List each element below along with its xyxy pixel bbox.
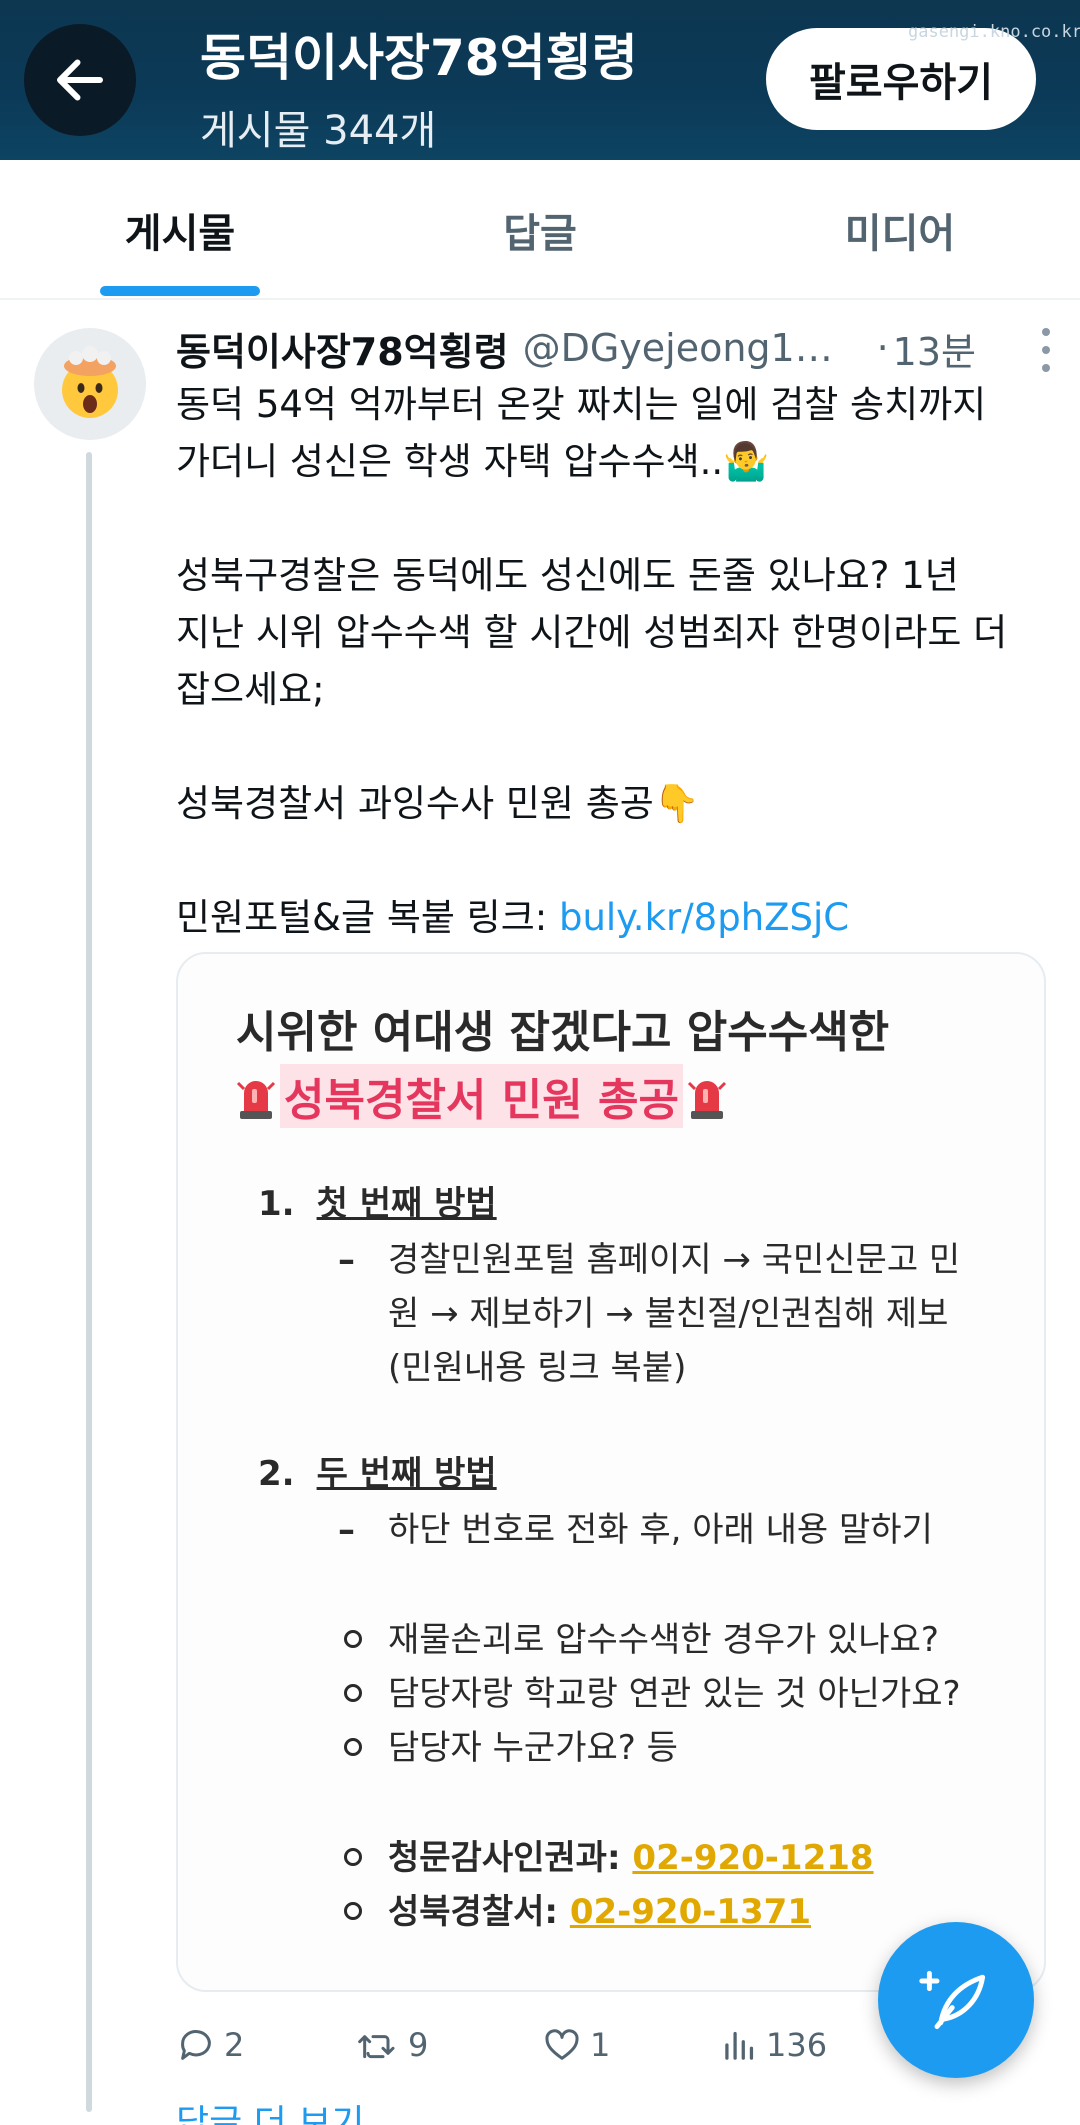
- method-title: 첫 번째 방법: [316, 1184, 497, 1224]
- question-item: 담당자랑 학교랑 연관 있는 것 아닌가요?: [388, 1674, 961, 1714]
- watermark-text: gasengi.kno.co.kr: [908, 22, 1080, 42]
- author-name[interactable]: 동덕이사장78억횡령: [176, 321, 509, 376]
- views-button[interactable]: 136: [722, 2010, 827, 2080]
- bullet-circle: [344, 1630, 362, 1648]
- tab-replies[interactable]: 답글: [360, 160, 720, 300]
- tweet-line: 민원포털&글 복붙 링크: buly.kr/8phZSjC: [176, 889, 1056, 946]
- tab-posts[interactable]: 게시물: [0, 160, 360, 300]
- method-title: 두 번째 방법: [316, 1454, 497, 1494]
- tweet-image-card[interactable]: 시위한 여대생 잡겠다고 압수수색한 성북경찰서 민원 총공 1. 첫 번째 방법…: [176, 952, 1046, 1992]
- tweet-line: 성북경찰서 과잉수사 민원 총공👇: [176, 782, 700, 825]
- more-options-icon[interactable]: [1036, 328, 1056, 372]
- reply-count: 2: [224, 2026, 245, 2064]
- watermark: gasengi.kno.co.kr: [900, 14, 1080, 50]
- dash-marker: –: [338, 1240, 355, 1280]
- tweet-text: 동덕 54억 억까부터 온갖 짜치는 일에 검찰 송치까지 가더니 성신은 학생…: [176, 376, 1056, 946]
- tweet-time[interactable]: 13분: [893, 321, 976, 376]
- card-subtitle-text: 성북경찰서 민원 총공: [280, 1064, 683, 1128]
- method-1-line: 경찰민원포털 홈페이지 → 국민신문고 민: [388, 1240, 961, 1280]
- author-handle[interactable]: @DGyejeong12...: [523, 326, 853, 370]
- bullet-circle: [344, 1684, 362, 1702]
- like-button[interactable]: 1: [542, 2010, 610, 2080]
- tweet-line: 잡으세요;: [176, 668, 325, 711]
- method-1-line: 원 → 제보하기 → 불친절/인권침해 제보: [388, 1294, 949, 1334]
- retweet-button[interactable]: 9: [356, 2010, 428, 2080]
- phone-label: 성북경찰서:: [388, 1892, 570, 1932]
- tweet-line: 가더니 성신은 학생 자택 압수수색..🤷‍♂️: [176, 440, 770, 483]
- bullet-circle: [344, 1738, 362, 1756]
- tweet-line: 동덕 54억 억까부터 온갖 짜치는 일에 검찰 송치까지: [176, 383, 987, 426]
- method-number: 2.: [258, 1454, 295, 1494]
- siren-icon: [687, 1081, 727, 1119]
- card-subtitle: 성북경찰서 민원 총공: [236, 1064, 727, 1128]
- reply-icon: [181, 2030, 211, 2060]
- thread-line: [86, 452, 92, 2112]
- method-2-heading: 2. 두 번째 방법: [258, 1446, 497, 1495]
- compose-button[interactable]: [878, 1922, 1034, 2078]
- question-item: 재물손괴로 압수수색한 경우가 있나요?: [388, 1620, 939, 1660]
- bullet-circle: [344, 1848, 362, 1866]
- profile-header: 동덕이사장78억횡령 게시물 344개 팔로우하기 gasengi.kno.co…: [0, 0, 1080, 160]
- method-1-heading: 1. 첫 번째 방법: [258, 1176, 497, 1225]
- phone-number: 02-920-1218: [632, 1838, 874, 1878]
- question-item: 담당자 누군가요? 등: [388, 1728, 678, 1768]
- tweet-link[interactable]: buly.kr/8phZSjC: [559, 896, 849, 939]
- exploding-head-emoji-icon: [62, 346, 118, 418]
- phone-item: 성북경찰서: 02-920-1371: [388, 1886, 811, 1938]
- method-1-line: (민원내용 링크 복붙): [388, 1348, 687, 1388]
- link-prefix: 민원포털&글 복붙 링크:: [176, 896, 559, 939]
- profile-tabs: 게시물 답글 미디어: [0, 160, 1080, 300]
- phone-number: 02-920-1371: [569, 1892, 811, 1932]
- method-number: 1.: [258, 1184, 295, 1224]
- phone-item: 청문감사인권과: 02-920-1218: [388, 1832, 874, 1884]
- back-arrow-icon: [57, 59, 103, 101]
- back-button[interactable]: [24, 24, 136, 136]
- like-icon: [545, 2029, 579, 2060]
- views-icon: [725, 2031, 754, 2060]
- views-count: 136: [766, 2026, 828, 2064]
- reply-button[interactable]: 2: [176, 2010, 244, 2080]
- method-2-line: 하단 번호로 전화 후, 아래 내용 말하기: [388, 1510, 933, 1550]
- retweet-count: 9: [408, 2026, 429, 2064]
- show-more-replies-link[interactable]: 답글 더 보기: [176, 2094, 365, 2125]
- tweet-header: 동덕이사장78억횡령 @DGyejeong12... · 13분: [176, 318, 1056, 378]
- bullet-circle: [344, 1902, 362, 1920]
- phone-label: 청문감사인권과:: [388, 1838, 633, 1878]
- like-count: 1: [590, 2026, 611, 2064]
- avatar[interactable]: [34, 328, 146, 440]
- card-title: 시위한 여대생 잡겠다고 압수수색한: [236, 1007, 890, 1058]
- tab-media[interactable]: 미디어: [720, 160, 1080, 300]
- profile-name: 동덕이사장78억횡령: [200, 29, 638, 87]
- compose-icon: [919, 1970, 986, 2030]
- time-separator: ·: [876, 326, 889, 370]
- active-tab-indicator: [100, 286, 260, 296]
- post-count: 게시물 344개: [200, 108, 437, 154]
- siren-icon: [236, 1081, 276, 1119]
- dash-marker: –: [338, 1510, 355, 1550]
- tweet-line: 성북구경찰은 동덕에도 성신에도 돈줄 있나요? 1년: [176, 554, 959, 597]
- retweet-icon: [358, 2035, 395, 2059]
- tweet-line: 지난 시위 압수수색 할 시간에 성범죄자 한명이라도 더: [176, 611, 1008, 654]
